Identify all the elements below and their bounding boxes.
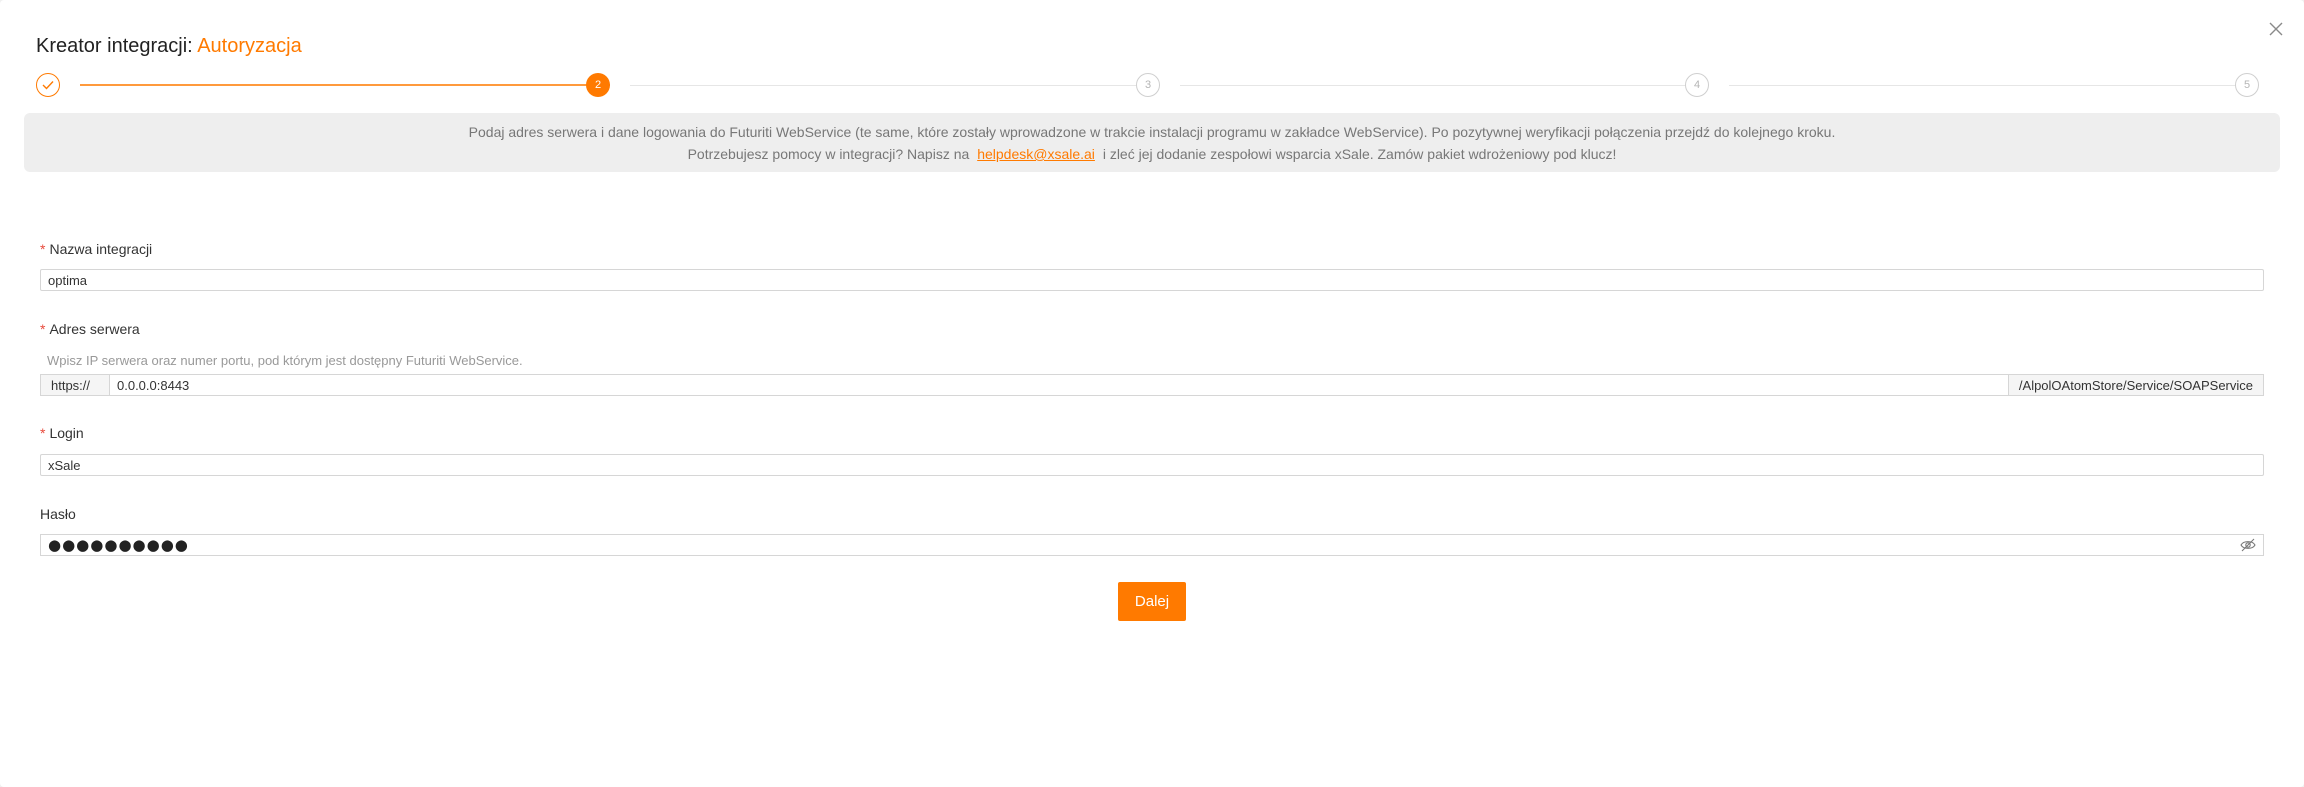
info-line-2-after: i zleć jej dodanie zespołowi wsparcia xS…	[1102, 146, 1617, 162]
step-connector-2	[630, 85, 1160, 86]
server-address-label: * Adres serwera	[40, 321, 140, 337]
next-button[interactable]: Dalej	[1118, 582, 1186, 621]
step-connector-3	[1180, 85, 1709, 86]
helpdesk-email-link[interactable]: helpdesk@xsale.ai	[977, 146, 1095, 162]
server-address-group: https:// /AlpolOAtomStore/Service/SOAPSe…	[40, 374, 2264, 396]
protocol-prefix: https://	[41, 375, 110, 395]
login-input[interactable]	[40, 454, 2264, 476]
step-1[interactable]	[36, 73, 60, 97]
step-connector-4	[1729, 85, 2259, 86]
server-address-label-text: Adres serwera	[49, 321, 140, 337]
info-line-1: Podaj adres serwera i dane logowania do …	[468, 124, 1836, 140]
password-field[interactable]: ●●●●●●●●●●	[40, 534, 2264, 556]
required-mark: *	[40, 425, 46, 441]
title-prefix: Kreator integracji:	[36, 35, 193, 57]
integration-name-label-text: Nazwa integracji	[49, 241, 153, 257]
integration-name-label: * Nazwa integracji	[40, 241, 152, 257]
password-visibility-toggle[interactable]	[2237, 535, 2259, 555]
wizard-stepper: 2 3 4 5	[36, 73, 2269, 97]
check-icon	[42, 81, 54, 90]
info-box: Podaj adres serwera i dane logowania do …	[24, 113, 2280, 172]
step-3: 3	[1136, 73, 1160, 97]
title-step-name: Autoryzacja	[197, 35, 302, 57]
integration-wizard-dialog: Kreator integracji: Autoryzacja 2 3 4 5 …	[0, 0, 2304, 787]
password-label-text: Hasło	[40, 506, 76, 522]
password-masked-value: ●●●●●●●●●●	[48, 536, 189, 554]
step-5: 5	[2235, 73, 2259, 97]
service-path-suffix: /AlpolOAtomStore/Service/SOAPService	[2007, 375, 2263, 395]
close-button[interactable]	[2263, 16, 2289, 42]
step-connector-1	[80, 84, 610, 86]
login-label: * Login	[40, 425, 84, 441]
dialog-title: Kreator integracji: Autoryzacja	[36, 35, 302, 58]
step-2[interactable]: 2	[586, 73, 610, 97]
integration-name-input[interactable]	[40, 269, 2264, 291]
step-4: 4	[1685, 73, 1709, 97]
eye-slash-icon	[2240, 538, 2256, 552]
required-mark: *	[40, 241, 46, 257]
server-address-hint: Wpisz IP serwera oraz numer portu, pod k…	[47, 353, 523, 368]
server-address-input[interactable]	[110, 375, 2008, 395]
password-label: Hasło	[40, 506, 76, 522]
required-mark: *	[40, 321, 46, 337]
info-line-2-before: Potrzebujesz pomocy w integracji? Napisz…	[687, 146, 970, 162]
close-icon	[2269, 22, 2283, 36]
info-line-2: Potrzebujesz pomocy w integracji? Napisz…	[24, 143, 2280, 165]
login-label-text: Login	[49, 425, 84, 441]
